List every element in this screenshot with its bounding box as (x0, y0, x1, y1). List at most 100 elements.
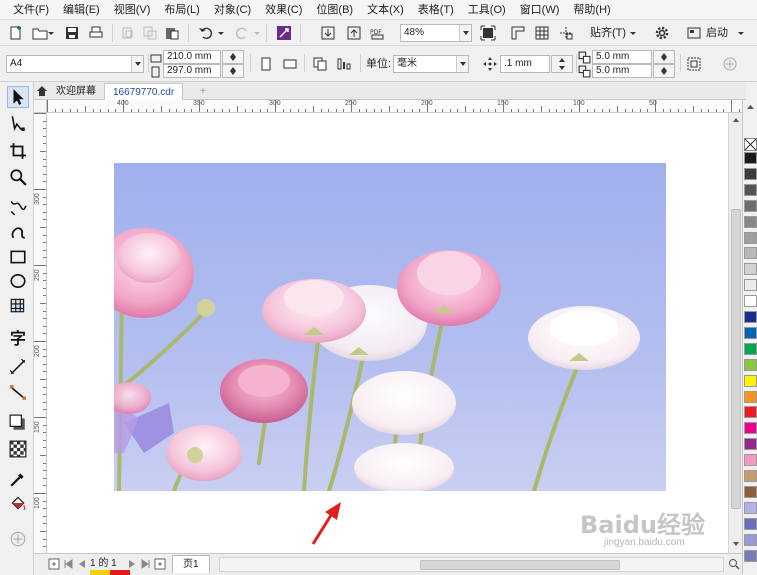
scroll-up-icon[interactable] (731, 115, 741, 125)
color-swatch[interactable] (744, 231, 757, 244)
connector-tool-icon[interactable] (7, 382, 29, 404)
menu-item-11[interactable]: 帮助(H) (566, 0, 617, 20)
new-document-icon[interactable] (6, 23, 26, 43)
pick-tool-icon[interactable] (7, 86, 29, 108)
page-width-spinner[interactable] (222, 50, 244, 64)
redo-dropdown-icon[interactable] (252, 23, 262, 43)
home-icon[interactable] (36, 85, 48, 97)
current-page-icon[interactable] (334, 54, 354, 74)
options-gear-icon[interactable] (652, 23, 672, 43)
menu-item-10[interactable]: 窗口(W) (513, 0, 567, 20)
page-size-select[interactable]: A4 (6, 55, 144, 73)
first-page-icon[interactable] (62, 558, 74, 570)
previous-page-icon[interactable] (76, 558, 88, 570)
page-height-field[interactable]: 297.0 mm (163, 64, 221, 78)
color-swatch[interactable] (744, 215, 757, 228)
no-color-swatch-icon[interactable] (744, 138, 757, 151)
color-swatch[interactable] (744, 358, 757, 371)
menu-item-3[interactable]: 布局(L) (157, 0, 206, 20)
nudge-distance-field[interactable]: .1 mm (500, 55, 550, 73)
zoom-tool-icon[interactable] (7, 166, 29, 188)
menu-item-9[interactable]: 工具(O) (461, 0, 513, 20)
show-grid-icon[interactable] (532, 23, 552, 43)
launch-dropdown-icon[interactable] (736, 23, 746, 43)
color-swatch[interactable] (744, 279, 757, 292)
open-dropdown-icon[interactable] (46, 23, 56, 43)
color-swatch[interactable] (744, 326, 757, 339)
nudge-distance-spinner[interactable] (551, 55, 573, 73)
color-swatch[interactable] (744, 342, 757, 355)
undo-dropdown-icon[interactable] (216, 23, 226, 43)
export-icon[interactable] (344, 23, 364, 43)
search-content-icon[interactable] (274, 23, 294, 43)
snap-dropdown-icon[interactable] (628, 23, 638, 43)
show-rulers-icon[interactable] (508, 23, 528, 43)
rectangle-tool-icon[interactable] (7, 246, 29, 268)
save-icon[interactable] (62, 23, 82, 43)
menu-item-0[interactable]: 文件(F) (6, 0, 56, 20)
text-tool-icon[interactable]: 字 (7, 326, 29, 348)
color-swatch[interactable] (744, 454, 757, 467)
page-height-spinner[interactable] (222, 64, 244, 78)
color-swatch[interactable] (744, 311, 757, 323)
menu-item-6[interactable]: 位图(B) (309, 0, 360, 20)
navigator-icon[interactable] (728, 558, 740, 570)
zoom-level-field[interactable]: 48% (400, 24, 472, 42)
color-swatch[interactable] (744, 422, 757, 435)
color-swatch[interactable] (744, 390, 757, 403)
duplicate-distance-y-field[interactable]: 5.0 mm (592, 64, 652, 78)
color-swatch[interactable] (744, 438, 757, 451)
flower-photo[interactable] (114, 163, 666, 491)
menu-item-7[interactable]: 文本(X) (360, 0, 411, 20)
last-page-icon[interactable] (140, 558, 152, 570)
color-swatch[interactable] (744, 183, 757, 196)
portrait-icon[interactable] (256, 54, 276, 74)
next-page-icon[interactable] (126, 558, 138, 570)
tab-page-1[interactable]: 页1 (172, 555, 210, 573)
ruler-origin[interactable] (34, 100, 47, 113)
menu-item-5[interactable]: 效果(C) (258, 0, 309, 20)
drop-shadow-tool-icon[interactable] (7, 412, 29, 434)
all-pages-icon[interactable] (310, 54, 330, 74)
launch-menu[interactable]: 启动 (706, 23, 728, 43)
print-icon[interactable] (86, 23, 106, 43)
redo-icon[interactable] (232, 23, 252, 43)
full-screen-icon[interactable] (478, 23, 498, 43)
document-palette-strip[interactable] (90, 570, 130, 575)
publish-pdf-icon[interactable]: PDF (368, 23, 388, 43)
color-swatch[interactable] (744, 152, 757, 164)
show-guidelines-icon[interactable] (556, 23, 576, 43)
dimension-tool-icon[interactable] (7, 356, 29, 378)
color-swatch[interactable] (744, 501, 757, 514)
paste-icon[interactable] (162, 23, 182, 43)
copy-icon[interactable] (140, 23, 160, 43)
crop-tool-icon[interactable] (7, 140, 29, 162)
color-swatch[interactable] (744, 199, 757, 212)
vertical-scrollbar[interactable] (728, 113, 742, 553)
color-swatch[interactable] (744, 470, 757, 482)
add-tab-button[interactable]: + (192, 83, 214, 100)
tab-welcome-screen[interactable]: 欢迎屏幕 (48, 83, 104, 100)
color-swatch[interactable] (744, 167, 757, 180)
shape-tool-icon[interactable] (7, 112, 29, 134)
page-width-field[interactable]: 210.0 mm (163, 50, 221, 64)
vertical-ruler[interactable]: 300 250 200 150 100 (34, 113, 47, 553)
ellipse-tool-icon[interactable] (7, 270, 29, 292)
drawing-canvas[interactable] (47, 113, 728, 553)
palette-scroll-up-icon[interactable] (745, 102, 756, 112)
add-property-icon[interactable] (720, 54, 740, 74)
color-swatch[interactable] (744, 517, 757, 530)
color-swatch[interactable] (744, 263, 757, 276)
insert-page-before-icon[interactable] (48, 558, 60, 570)
interactive-fill-tool-icon[interactable] (7, 492, 29, 514)
menu-item-2[interactable]: 视图(V) (107, 0, 158, 20)
vertical-scroll-thumb[interactable] (731, 209, 741, 509)
cut-icon[interactable] (118, 23, 138, 43)
units-select[interactable]: 毫米 (393, 55, 469, 73)
color-swatch[interactable] (744, 549, 757, 562)
color-swatch[interactable] (744, 406, 757, 419)
color-swatch[interactable] (744, 295, 757, 308)
graph-paper-tool-icon[interactable] (7, 294, 29, 316)
import-icon[interactable] (318, 23, 338, 43)
freehand-tool-icon[interactable] (7, 196, 29, 218)
